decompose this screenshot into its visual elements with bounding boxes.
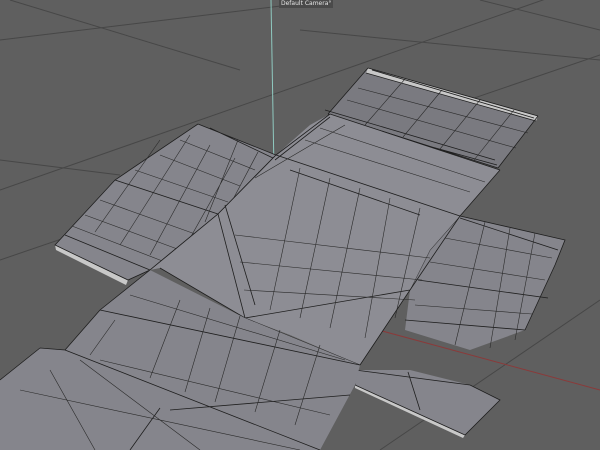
viewport-scene[interactable] <box>0 0 600 450</box>
default-camera-label[interactable]: Default Camera° <box>279 0 334 8</box>
camera-marker-icon: ° <box>328 0 332 7</box>
camera-label-text: Default Camera <box>281 0 329 7</box>
mesh-bottom-right-tab[interactable] <box>354 369 501 438</box>
3d-viewport[interactable]: Default Camera° <box>0 0 600 450</box>
